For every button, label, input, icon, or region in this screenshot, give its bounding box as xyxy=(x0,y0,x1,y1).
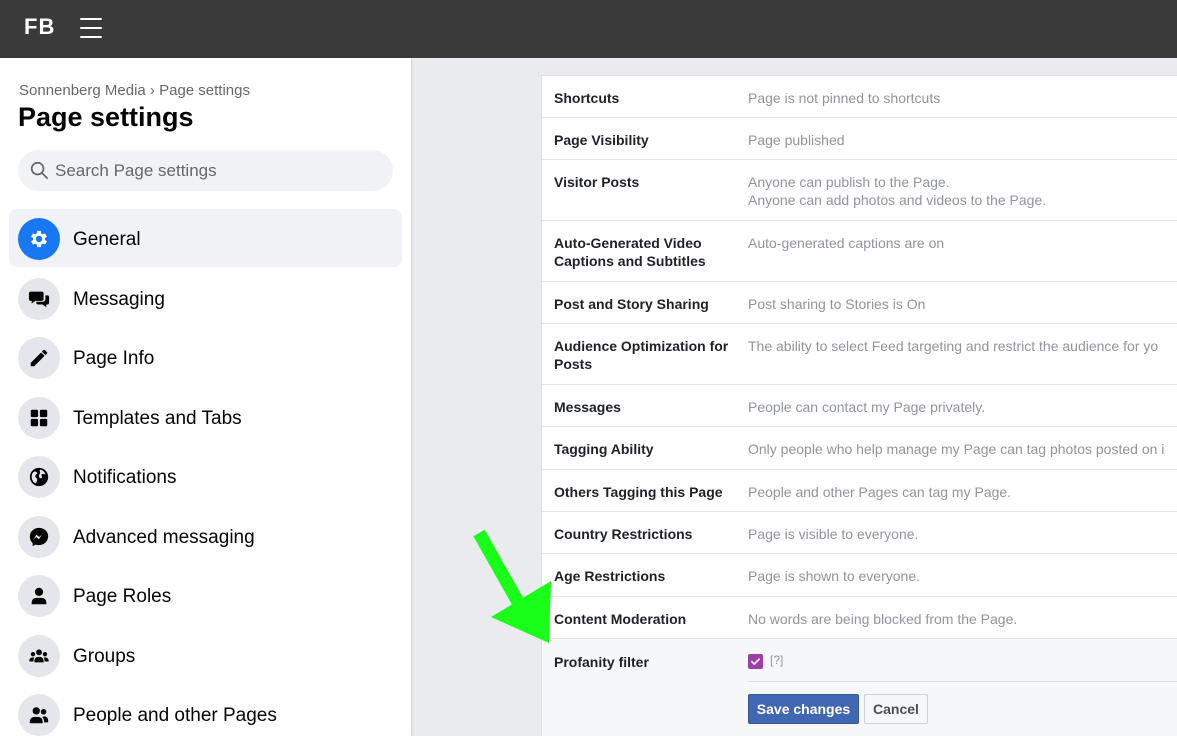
setting-value: The ability to select Feed targeting and… xyxy=(748,338,1159,354)
sidebar-item-page-roles[interactable]: Page Roles xyxy=(9,566,402,624)
setting-row-tagging-ability[interactable]: Tagging Ability Only people who help man… xyxy=(542,427,1177,470)
setting-label: Others Tagging this Page xyxy=(554,484,723,500)
setting-value-line: Anyone can add photos and videos to the … xyxy=(748,192,1047,208)
setting-row-shortcuts[interactable]: Shortcuts Page is not pinned to shortcut… xyxy=(542,76,1177,118)
fb-logo[interactable]: FB xyxy=(24,14,55,40)
setting-label: Post and Story Sharing xyxy=(554,296,709,312)
cancel-button[interactable]: Cancel xyxy=(864,694,928,724)
sidebar-item-label: Advanced messaging xyxy=(73,527,255,548)
sidebar-item-people-and-other-pages[interactable]: People and other Pages xyxy=(9,685,402,736)
pencil-icon xyxy=(30,349,48,367)
setting-value: People and other Pages can tag my Page. xyxy=(748,484,1012,500)
setting-row-content-moderation[interactable]: Content Moderation No words are being bl… xyxy=(542,597,1177,639)
setting-row-audience-optimization[interactable]: Audience Optimization for Posts The abil… xyxy=(542,324,1177,385)
sidebar-item-label: Page Info xyxy=(73,348,155,369)
sidebar: Sonnenberg Media › Page settings Page se… xyxy=(0,58,411,736)
setting-label-line: Auto-Generated Video xyxy=(554,235,702,251)
setting-value: Post sharing to Stories is On xyxy=(748,296,926,312)
sidebar-item-general[interactable]: General xyxy=(9,209,402,267)
page-title: Page settings xyxy=(18,102,194,132)
sidebar-item-groups[interactable]: Groups xyxy=(9,626,402,684)
setting-row-others-tagging[interactable]: Others Tagging this Page People and othe… xyxy=(542,470,1177,512)
checkmark-icon xyxy=(751,658,760,665)
sidebar-item-label: Messaging xyxy=(73,289,165,310)
setting-value: Only people who help manage my Page can … xyxy=(748,441,1165,457)
save-changes-button[interactable]: Save changes xyxy=(748,694,859,724)
top-bar: FB xyxy=(0,0,1177,58)
breadcrumb[interactable]: Sonnenberg Media › Page settings xyxy=(19,82,250,99)
sidebar-item-templates-and-tabs[interactable]: Templates and Tabs xyxy=(9,388,402,446)
setting-label: Content Moderation xyxy=(554,611,687,627)
sidebar-item-label: Notifications xyxy=(73,467,177,488)
setting-row-messages[interactable]: Messages People can contact my Page priv… xyxy=(542,385,1177,427)
search-input[interactable]: Search Page settings xyxy=(18,150,393,191)
setting-value: No words are being blocked from the Page… xyxy=(748,611,1018,627)
general-settings-panel: Shortcuts Page is not pinned to shortcut… xyxy=(541,75,1177,736)
sidebar-item-advanced-messaging[interactable]: Advanced messaging xyxy=(9,507,402,565)
setting-label-line: Captions and Subtitles xyxy=(554,253,706,269)
setting-value: Page published xyxy=(748,132,845,148)
sidebar-item-label: People and other Pages xyxy=(73,705,277,726)
messenger-icon xyxy=(29,527,49,547)
setting-row-country-restrictions[interactable]: Country Restrictions Page is visible to … xyxy=(542,512,1177,554)
setting-row-profanity-filter: Profanity filter [?] Save changes Cancel xyxy=(542,639,1177,736)
setting-label-line: Audience Optimization for xyxy=(554,338,729,354)
setting-row-auto-captions[interactable]: Auto-Generated Video Captions and Subtit… xyxy=(542,221,1177,282)
setting-label: Messages xyxy=(554,399,621,415)
search-icon xyxy=(30,161,48,179)
sidebar-item-page-info[interactable]: Page Info xyxy=(9,328,402,386)
sidebar-item-label: Groups xyxy=(73,646,136,667)
sidebar-item-label: Page Roles xyxy=(73,586,172,607)
setting-value: Auto-generated captions are on xyxy=(748,235,945,251)
setting-value: People can contact my Page privately. xyxy=(748,399,986,415)
setting-row-visitor-posts[interactable]: Visitor Posts Anyone can publish to the … xyxy=(542,160,1177,221)
setting-value-line: Anyone can publish to the Page. xyxy=(748,174,950,190)
search-placeholder: Search Page settings xyxy=(55,161,217,180)
setting-label: Country Restrictions xyxy=(554,526,693,542)
help-link[interactable]: [?] xyxy=(770,653,783,667)
setting-label: Age Restrictions xyxy=(554,568,666,584)
setting-label: Tagging Ability xyxy=(554,441,654,457)
setting-label-line: Posts xyxy=(554,356,593,372)
sidebar-item-label: Templates and Tabs xyxy=(73,408,242,429)
setting-value: Page is visible to everyone. xyxy=(748,526,919,542)
setting-row-age-restrictions[interactable]: Age Restrictions Page is shown to everyo… xyxy=(542,554,1177,597)
grid-icon xyxy=(30,409,48,427)
setting-value: Page is not pinned to shortcuts xyxy=(748,90,941,106)
hamburger-icon[interactable] xyxy=(80,18,104,40)
setting-label: Shortcuts xyxy=(554,90,620,106)
gear-icon xyxy=(31,230,47,248)
people-icon xyxy=(29,707,49,724)
divider xyxy=(748,681,1177,682)
sidebar-item-notifications[interactable]: Notifications xyxy=(9,447,402,505)
profanity-filter-checkbox[interactable] xyxy=(748,654,763,669)
sidebar-item-label: General xyxy=(73,229,141,250)
globe-icon xyxy=(29,467,49,487)
setting-value: Page is shown to everyone. xyxy=(748,568,920,584)
annotation-arrow-icon xyxy=(473,529,551,643)
setting-row-page-visibility[interactable]: Page Visibility Page published xyxy=(542,118,1177,160)
setting-label: Page Visibility xyxy=(554,132,649,148)
person-icon xyxy=(31,587,47,605)
setting-row-post-story-sharing[interactable]: Post and Story Sharing Post sharing to S… xyxy=(542,282,1177,324)
sidebar-item-messaging[interactable]: Messaging xyxy=(9,269,402,327)
group-icon xyxy=(29,649,49,663)
setting-label: Profanity filter xyxy=(554,654,649,670)
chat-bubbles-icon xyxy=(28,291,50,308)
setting-label: Visitor Posts xyxy=(554,174,640,190)
